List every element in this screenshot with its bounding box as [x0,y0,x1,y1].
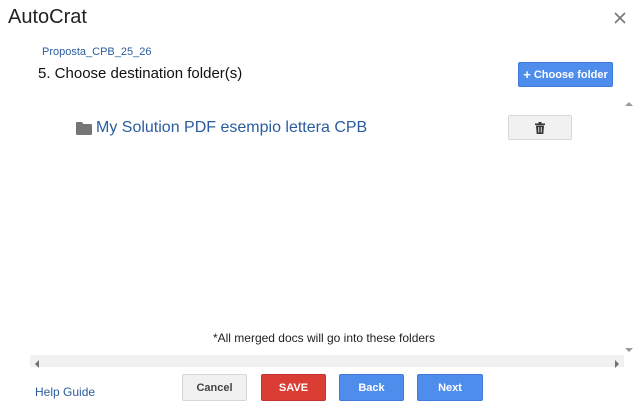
folders-note: *All merged docs will go into these fold… [212,331,436,345]
save-button[interactable]: SAVE [261,374,326,401]
dialog-title: AutoCrat [8,6,87,28]
plus-icon: + [523,67,531,82]
choose-folder-label: Choose folder [533,68,608,81]
horizontal-scrollbar[interactable] [30,355,624,367]
cancel-button[interactable]: Cancel [182,374,247,401]
scroll-right-arrow[interactable] [612,356,622,368]
folder-icon [76,121,92,135]
help-guide-link[interactable]: Help Guide [35,385,95,399]
folder-item: My Solution PDF esempio lettera CPB [76,116,576,140]
job-name: Proposta_CPB_25_26 [42,46,152,58]
scroll-down-arrow[interactable] [624,342,634,352]
folder-name-link[interactable]: My Solution PDF esempio lettera CPB [96,119,367,137]
step-title: 5. Choose destination folder(s) [38,65,243,82]
choose-folder-button[interactable]: + Choose folder [518,62,613,87]
next-button[interactable]: Next [417,374,483,401]
close-icon[interactable] [610,8,630,28]
scroll-left-arrow[interactable] [32,356,42,368]
delete-folder-button[interactable] [508,115,572,140]
scroll-up-arrow[interactable] [624,96,634,106]
folder-list-area: My Solution PDF esempio lettera CPB *All… [30,92,636,368]
trash-icon [535,121,545,134]
back-button[interactable]: Back [339,374,404,401]
